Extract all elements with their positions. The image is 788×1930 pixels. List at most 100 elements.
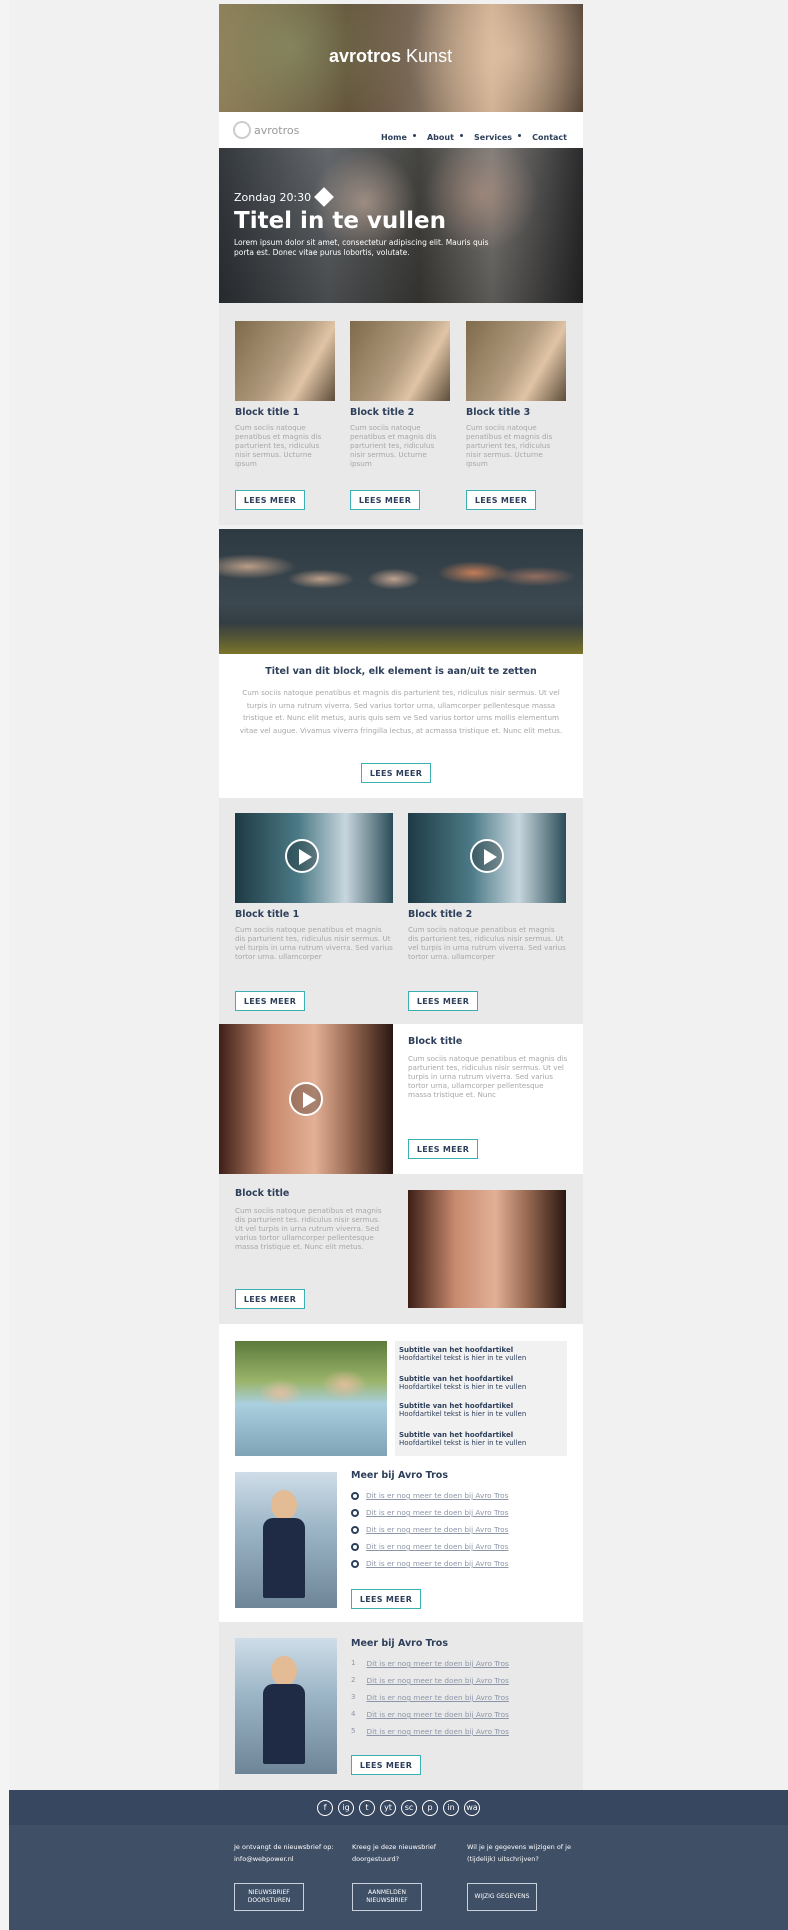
meer-2-link[interactable]: Dit is er nog meer te doen bij Avro Tros <box>366 1723 508 1740</box>
meer-1-link[interactable]: Dit is er nog meer te doen bij Avro Tros <box>366 1538 508 1555</box>
article-item[interactable]: Subtitle van het hoofdartikel Hoofdartik… <box>399 1346 526 1362</box>
hero-banner[interactable]: Zondag 20:30 Titel in te vullen Lorem ip… <box>219 148 583 303</box>
articles-section: Subtitle van het hoofdartikel Hoofdartik… <box>219 1324 583 1622</box>
block-3-button[interactable]: LEES MEER <box>466 490 536 510</box>
split-2-title: Block title <box>235 1188 290 1199</box>
split-2-button[interactable]: LEES MEER <box>235 1289 305 1309</box>
nav-contact[interactable]: Contact <box>532 133 567 142</box>
article-item[interactable]: Subtitle van het hoofdartikel Hoofdartik… <box>399 1402 526 1418</box>
list-number: 2 <box>351 1676 356 1684</box>
article-image[interactable] <box>235 1341 387 1456</box>
split-1-button[interactable]: LEES MEER <box>408 1139 478 1159</box>
meer-2-section: Meer bij Avro Tros 1 Dit is er nog meer t… <box>219 1622 583 1790</box>
meer-1-links: Dit is er nog meer te doen bij Avro Tros… <box>351 1487 561 1572</box>
meer-2-image[interactable] <box>235 1638 337 1774</box>
change-details-button[interactable]: WIJZIG GEGEVENS <box>467 1883 537 1911</box>
two-col-section: Block title 1 Block title 2 Cum sociis n… <box>219 798 583 1024</box>
nav-about[interactable]: About <box>427 133 454 142</box>
meer-1-image[interactable] <box>235 1472 337 1608</box>
play-icon[interactable] <box>289 1082 323 1116</box>
meer-2-link[interactable]: Dit is er nog meer te doen bij Avro Tros <box>366 1689 508 1706</box>
meer-1-link-row[interactable]: Dit is er nog meer te doen bij Avro Tros <box>351 1487 561 1504</box>
feature-image[interactable] <box>219 529 583 654</box>
header-title-bold: avrotros <box>329 46 402 66</box>
nav-home[interactable]: Home <box>381 133 407 142</box>
article-subtitle: Subtitle van het hoofdartikel <box>399 1375 514 1383</box>
meer-2-link[interactable]: Dit is er nog meer te doen bij Avro Tros <box>366 1706 508 1723</box>
meer-2-link[interactable]: Dit is er nog meer te doen bij Avro Tros <box>366 1655 508 1672</box>
feature-section: Titel van dit block, elk element is aan/… <box>219 529 583 798</box>
nav-services[interactable]: Services <box>474 133 512 142</box>
instagram-icon[interactable]: ig <box>338 1799 354 1816</box>
bullet-icon <box>351 1542 359 1551</box>
meer-2-link-row[interactable]: 1 Dit is er nog meer te doen bij Avro Tro… <box>351 1655 561 1672</box>
meer-1-link-row[interactable]: Dit is er nog meer te doen bij Avro Tros <box>351 1504 561 1521</box>
whatsapp-icon[interactable]: wa <box>464 1799 480 1816</box>
hero-schedule: Zondag 20:30 <box>234 187 335 207</box>
article-subtitle: Subtitle van het hoofdartikel <box>399 1402 514 1410</box>
meer-2-title: Meer bij Avro Tros <box>351 1638 448 1649</box>
play-icon[interactable] <box>285 839 319 873</box>
article-item[interactable]: Subtitle van het hoofdartikel Hoofdartik… <box>399 1375 526 1391</box>
meer-1-link[interactable]: Dit is er nog meer te doen bij Avro Tros <box>366 1504 508 1521</box>
subscribe-newsletter-button[interactable]: AANMELDEN NIEUWSBRIEF <box>352 1883 422 1911</box>
article-subtitle: Subtitle van het hoofdartikel <box>399 1431 514 1439</box>
meer-1-link-row[interactable]: Dit is er nog meer te doen bij Avro Tros <box>351 1555 561 1572</box>
forward-newsletter-button[interactable]: NIEUWSBRIEF DOORSTUREN <box>234 1883 304 1911</box>
newsletter-page: avrotros Kunst avrotros Home About Servi… <box>9 0 788 1930</box>
twitter-icon[interactable]: t <box>359 1799 375 1816</box>
meer-2-link[interactable]: Dit is er nog meer te doen bij Avro Tros <box>366 1672 508 1689</box>
pinterest-icon[interactable]: p <box>422 1799 438 1816</box>
meer-1-button[interactable]: LEES MEER <box>351 1589 421 1609</box>
meer-2-button[interactable]: LEES MEER <box>351 1755 421 1775</box>
youtube-icon[interactable]: yt <box>380 1799 396 1816</box>
video-2-button[interactable]: LEES MEER <box>408 991 478 1011</box>
block-1-button[interactable]: LEES MEER <box>235 490 305 510</box>
meer-1-title: Meer bij Avro Tros <box>351 1470 448 1481</box>
snapchat-icon[interactable]: sc <box>401 1799 417 1816</box>
block-1-image[interactable] <box>235 321 335 401</box>
play-icon[interactable] <box>470 839 504 873</box>
facebook-icon[interactable]: f <box>317 1799 333 1816</box>
article-list: Subtitle van het hoofdartikel Hoofdartik… <box>395 1341 567 1456</box>
meer-1-link-row[interactable]: Dit is er nog meer te doen bij Avro Tros <box>351 1521 561 1538</box>
footer-col-2-text: Kreeg je deze nieuwsbrief doorgestuurd? <box>352 1843 437 1863</box>
split-1-image[interactable] <box>219 1024 393 1174</box>
list-number: 3 <box>351 1693 356 1701</box>
split-2-text: Cum sociis natoque penatibus et magnis d… <box>235 1206 382 1251</box>
list-number: 1 <box>351 1659 356 1667</box>
meer-1-link[interactable]: Dit is er nog meer te doen bij Avro Tros <box>366 1521 508 1538</box>
linkedin-icon[interactable]: in <box>443 1799 459 1816</box>
list-number: 5 <box>351 1727 356 1735</box>
footer-col-1-text: Je ontvangt de nieuwsbrief op: info@webp… <box>234 1843 334 1863</box>
feature-button[interactable]: LEES MEER <box>361 763 431 783</box>
list-number: 4 <box>351 1710 356 1718</box>
header-title: avrotros Kunst <box>329 46 452 67</box>
meer-1-link[interactable]: Dit is er nog meer te doen bij Avro Tros <box>366 1487 508 1504</box>
video-1-thumb[interactable] <box>235 813 393 903</box>
video-2-thumb[interactable] <box>408 813 566 903</box>
meer-2-link-row[interactable]: 5 Dit is er nog meer te doen bij Avro Tro… <box>351 1723 561 1740</box>
meer-2-link-row[interactable]: 2 Dit is er nog meer te doen bij Avro Tro… <box>351 1672 561 1689</box>
block-2-button[interactable]: LEES MEER <box>350 490 420 510</box>
article-text: Hoofdartikel tekst is hier in te vullen <box>399 1410 527 1418</box>
meer-2-link-row[interactable]: 4 Dit is er nog meer te doen bij Avro Tro… <box>351 1706 561 1723</box>
meer-1-link-row[interactable]: Dit is er nog meer te doen bij Avro Tros <box>351 1538 561 1555</box>
bullet-icon <box>351 1525 359 1534</box>
meer-1-link[interactable]: Dit is er nog meer te doen bij Avro Tros <box>366 1555 508 1572</box>
meer-2-link-row[interactable]: 3 Dit is er nog meer te doen bij Avro Tro… <box>351 1689 561 1706</box>
split-2-image[interactable] <box>408 1190 566 1308</box>
video-2-title: Block title 2 <box>408 909 473 920</box>
block-3-image[interactable] <box>466 321 566 401</box>
block-3-title: Block title 3 <box>466 407 531 418</box>
article-item[interactable]: Subtitle van het hoofdartikel Hoofdartik… <box>399 1431 526 1447</box>
block-2-image[interactable] <box>350 321 450 401</box>
logo[interactable]: avrotros <box>233 121 299 139</box>
logo-icon <box>233 121 251 139</box>
logo-text: avrotros <box>254 123 300 137</box>
hero-schedule-text: Zondag 20:30 <box>234 190 312 204</box>
block-1-text: Cum sociis natoque penatibus et magnis d… <box>235 423 322 468</box>
video-1-button[interactable]: LEES MEER <box>235 991 305 1011</box>
three-col-section: Block title 1 Block title 2 Block title … <box>219 303 583 525</box>
block-3-text: Cum sociis natoque penatibus et magnis d… <box>466 423 553 468</box>
